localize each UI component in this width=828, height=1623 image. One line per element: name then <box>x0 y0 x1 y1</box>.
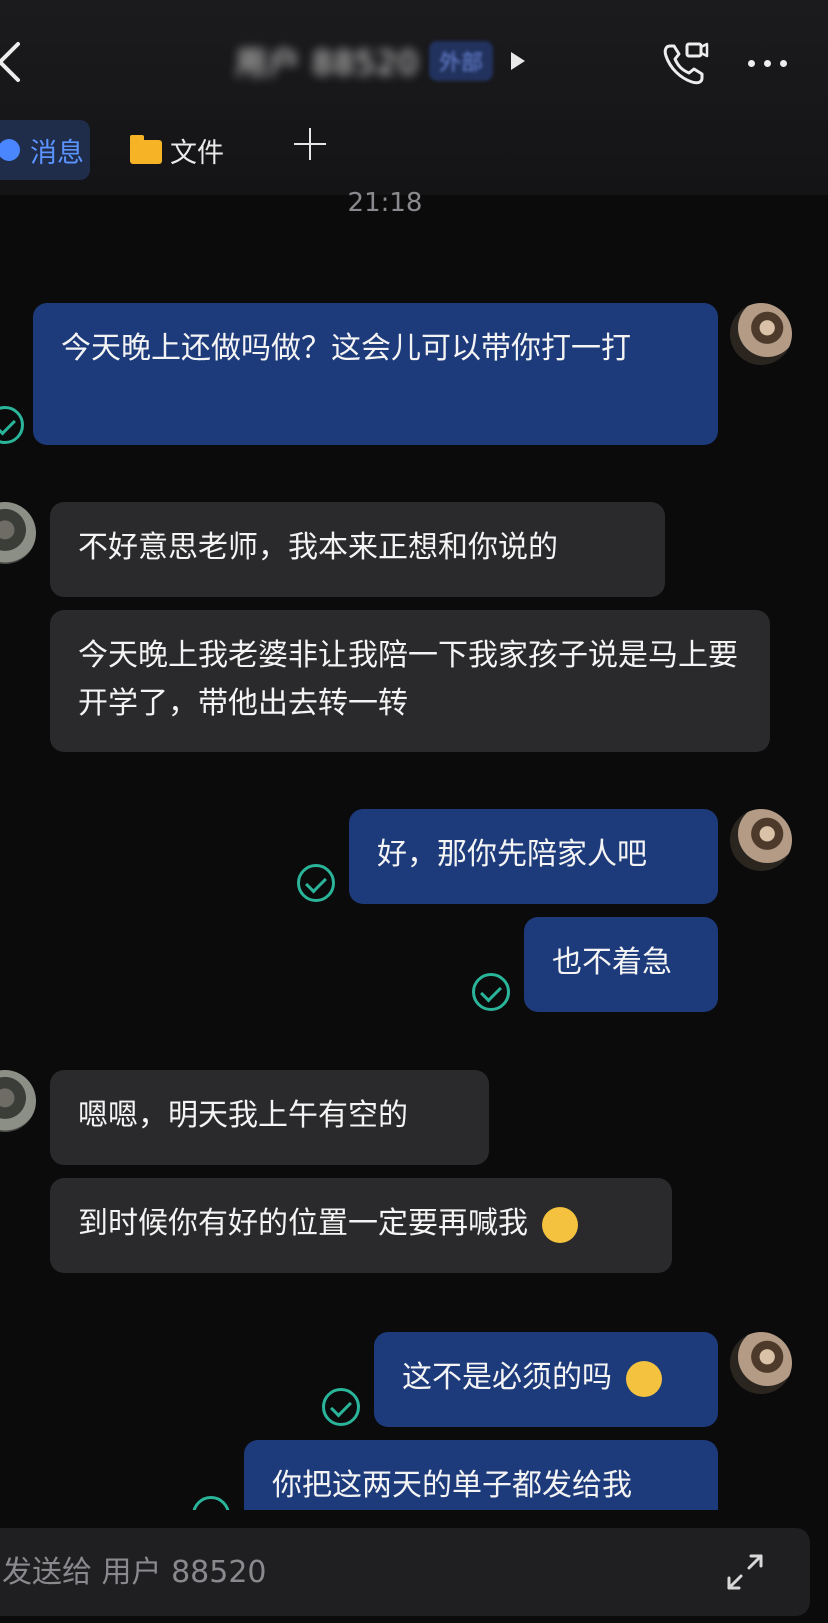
tab-files-label: 文件 <box>170 137 224 169</box>
avatar[interactable] <box>0 502 36 564</box>
message-text: 今天晚上还做吗做？这会儿可以带你打一打 <box>61 331 631 366</box>
chat-title: 用户 88520 <box>235 44 419 82</box>
read-check-icon <box>472 973 510 1011</box>
tab-files[interactable]: 文件 <box>130 128 224 172</box>
expand-icon[interactable] <box>723 1550 767 1594</box>
avatar[interactable] <box>730 809 792 871</box>
composer <box>0 1510 828 1623</box>
message-bubble[interactable]: 不好意思老师，我本来正想和你说的 <box>50 502 665 597</box>
chat-bubble-icon <box>0 139 20 161</box>
read-check-icon <box>0 406 24 444</box>
message-bubble[interactable]: 到时候你有好的位置一定要再喊我 <box>50 1178 672 1273</box>
avatar[interactable] <box>730 303 792 365</box>
message-bubble[interactable]: 今天晚上还做吗做？这会儿可以带你打一打 <box>33 303 718 445</box>
message-input[interactable] <box>0 1553 604 1591</box>
avatar[interactable] <box>730 1332 792 1394</box>
message-text: 这不是必须的吗 <box>402 1360 612 1395</box>
message-text: 嗯嗯，明天我上午有空的 <box>78 1098 408 1133</box>
folder-icon <box>130 135 162 164</box>
title-arrow-icon <box>511 52 525 70</box>
read-check-icon <box>322 1388 360 1426</box>
message-timestamp: 21:18 <box>347 188 423 218</box>
message-bubble[interactable]: 这不是必须的吗 <box>374 1332 718 1427</box>
grin-emoji-icon <box>541 1206 578 1243</box>
message-bubble[interactable]: 也不着急 <box>524 917 718 1012</box>
chat-title-group[interactable]: 用户 88520 外部 <box>235 38 525 84</box>
read-check-icon <box>297 864 335 902</box>
message-text: 好，那你先陪家人吧 <box>377 837 647 872</box>
message-bubble[interactable]: 嗯嗯，明天我上午有空的 <box>50 1070 489 1165</box>
message-input-container <box>0 1528 810 1616</box>
avatar[interactable] <box>0 1070 36 1132</box>
chat-header: 用户 88520 外部 消息 文件 <box>0 0 828 195</box>
back-arrow-icon[interactable] <box>0 40 24 84</box>
message-text: 你把这两天的单子都发给我 <box>272 1468 632 1503</box>
message-text: 到时候你有好的位置一定要再喊我 <box>78 1206 528 1241</box>
external-badge: 外部 <box>428 41 493 81</box>
message-text: 不好意思老师，我本来正想和你说的 <box>78 530 558 565</box>
tab-messages[interactable]: 消息 <box>0 120 90 180</box>
message-text: 也不着急 <box>552 945 672 980</box>
add-tab-icon[interactable] <box>292 126 328 162</box>
message-bubble[interactable]: 好，那你先陪家人吧 <box>349 809 718 904</box>
message-text: 今天晚上我老婆非让我陪一下我家孩子说是马上要开学了，带他出去转一转 <box>78 638 738 721</box>
more-icon[interactable] <box>748 48 800 78</box>
message-bubble[interactable]: 今天晚上我老婆非让我陪一下我家孩子说是马上要开学了，带他出去转一转 <box>50 610 770 752</box>
thinking-emoji-icon <box>625 1360 662 1397</box>
tab-messages-label: 消息 <box>30 137 84 169</box>
video-call-icon[interactable] <box>660 38 710 88</box>
